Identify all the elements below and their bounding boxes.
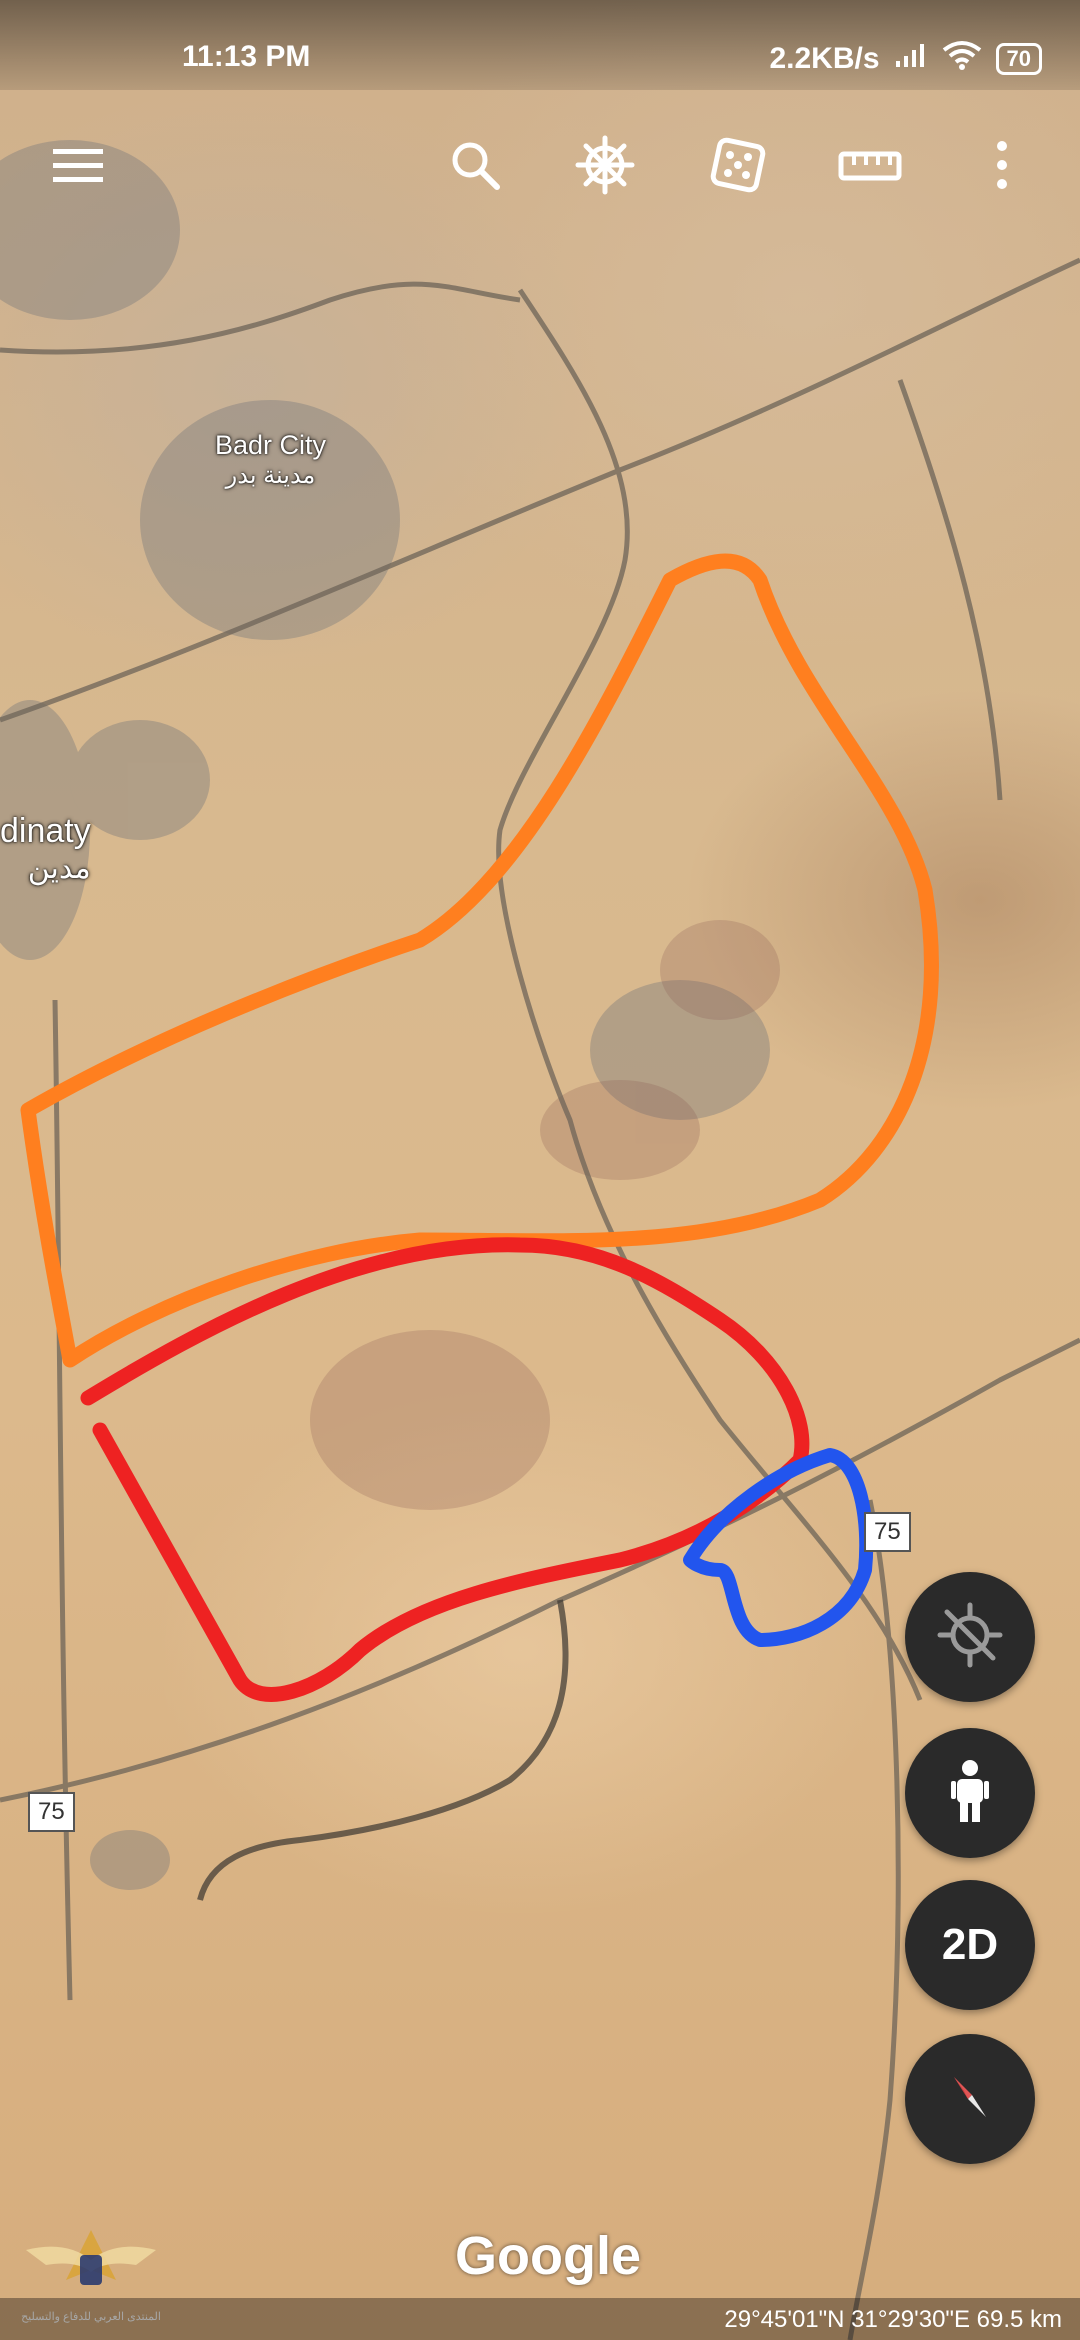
madinaty-label-en: dinaty (0, 812, 91, 850)
street-view-button[interactable] (905, 1728, 1035, 1858)
battery-indicator: 70 (995, 43, 1042, 75)
toolbar (0, 110, 1080, 220)
badr-city-label-ar: مدينة بدر (225, 462, 316, 489)
view-mode-label: 2D (941, 1920, 999, 1969)
pegman-icon (947, 1758, 993, 1829)
location-disabled-icon (935, 1600, 1005, 1675)
badr-city-label-en: Badr City (215, 430, 327, 460)
coordinate-bar: 29°45'01"N 31°29'30"E 69.5 km (0, 2298, 1080, 2340)
madinaty-label: dinaty مدين (0, 812, 91, 886)
satellite-map[interactable]: Badr City مدينة بدر dinaty مدين 75 75 (0, 0, 1080, 2340)
map-features (0, 140, 1080, 2340)
feeling-lucky-dice-icon[interactable] (698, 110, 778, 220)
signal-icon (894, 41, 928, 77)
measure-ruler-icon[interactable] (830, 110, 910, 220)
voyager-wheel-icon[interactable] (565, 110, 645, 220)
status-time: 11:13 PM (182, 40, 311, 73)
compass-button[interactable] (905, 2034, 1035, 2164)
view-mode-2d-button[interactable]: 2D (905, 1880, 1035, 2010)
menu-icon[interactable] (38, 110, 118, 220)
status-bar: 11:13 PM 2.2KB/s 70 (0, 0, 1080, 90)
wifi-icon (942, 40, 982, 78)
road-shield-75-west: 75 (28, 1792, 75, 1832)
madinaty-label-ar: مدين (27, 852, 91, 885)
search-icon[interactable] (435, 110, 515, 220)
google-logo: Google (455, 2226, 641, 2286)
my-location-button[interactable] (905, 1572, 1035, 1702)
network-speed: 2.2KB/s (769, 42, 880, 75)
eagle-emblem-icon (26, 2230, 156, 2285)
badr-city-label: Badr City مدينة بدر (215, 430, 326, 490)
coordinates-readout: 29°45'01"N 31°29'30"E 69.5 km (724, 2306, 1062, 2333)
more-vert-icon[interactable] (962, 110, 1042, 220)
road-shield-75-east: 75 (864, 1512, 911, 1552)
compass-icon (940, 2067, 1000, 2132)
status-indicators: 2.2KB/s 70 (769, 40, 1042, 78)
